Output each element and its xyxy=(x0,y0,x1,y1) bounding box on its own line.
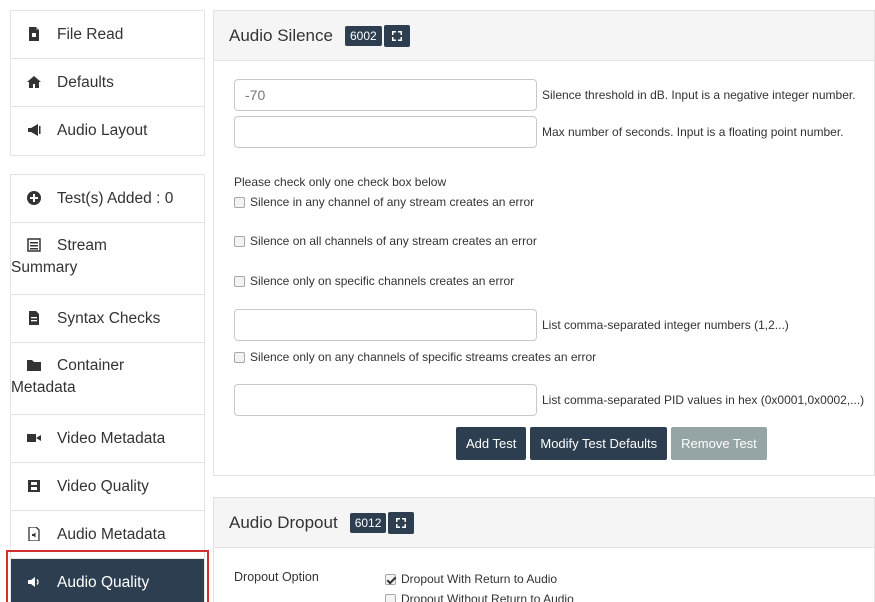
panel-header: Audio Dropout 6012 xyxy=(214,498,874,548)
sidebar-item-label: File Read xyxy=(57,26,124,44)
remove-test-button[interactable]: Remove Test xyxy=(671,427,767,460)
sidebar: File Read Defaults Audio Layout Test(s) … xyxy=(10,10,205,602)
sidebar-group-general: File Read Defaults Audio Layout xyxy=(10,10,205,156)
megaphone-icon xyxy=(27,107,57,155)
panel-title: Audio Dropout xyxy=(229,512,338,532)
sidebar-item-label: Stream xyxy=(57,237,107,255)
panel-header: Audio Silence 6002 xyxy=(214,11,874,61)
sidebar-item-video-quality[interactable]: Video Quality xyxy=(11,463,204,511)
checkbox[interactable] xyxy=(234,275,245,287)
sidebar-group-tests: Test(s) Added : 0 Stream Summary Syntax … xyxy=(10,174,205,602)
option-label: Dropout Without Return to Audio xyxy=(401,592,574,602)
option-label: Dropout With Return to Audio xyxy=(401,572,558,586)
option-any-channel[interactable]: Silence in any channel of any stream cre… xyxy=(234,195,534,209)
option-specific-channels[interactable]: Silence only on specific channels create… xyxy=(234,274,514,288)
sidebar-item-tests-added[interactable]: Test(s) Added : 0 xyxy=(11,175,204,223)
video-camera-icon xyxy=(27,415,57,463)
sidebar-item-label: Test(s) Added : 0 xyxy=(57,190,174,208)
film-icon xyxy=(27,463,57,511)
checkbox[interactable] xyxy=(234,196,245,208)
checkbox[interactable] xyxy=(234,351,245,363)
threshold-input[interactable]: -70 xyxy=(234,79,537,111)
pids-row: List comma-separated PID values in hex (… xyxy=(234,384,864,416)
sidebar-item-defaults[interactable]: Defaults xyxy=(11,59,204,107)
threshold-hint: Silence threshold in dB. Input is a nega… xyxy=(542,88,856,102)
audio-silence-panel: Audio Silence 6002 -70 Silence threshold… xyxy=(213,10,875,476)
channels-input[interactable] xyxy=(234,309,537,341)
checkbox[interactable] xyxy=(234,235,245,247)
sidebar-item-audio-layout[interactable]: Audio Layout xyxy=(11,107,204,155)
sidebar-item-label: Video Metadata xyxy=(57,430,166,448)
option-label: Silence on all channels of any stream cr… xyxy=(250,234,537,248)
sidebar-item-label: Video Quality xyxy=(57,478,149,496)
option-without-return[interactable]: Dropout Without Return to Audio xyxy=(385,592,574,602)
sidebar-item-stream-summary[interactable]: Stream Summary xyxy=(11,223,204,295)
pids-hint: List comma-separated PID values in hex (… xyxy=(542,393,865,407)
dropout-option-label: Dropout Option xyxy=(234,570,319,584)
test-id-badge: 6002 xyxy=(344,25,382,46)
option-specific-streams[interactable]: Silence only on any channels of specific… xyxy=(234,350,596,364)
sidebar-item-label: Defaults xyxy=(57,74,114,92)
file-icon xyxy=(27,11,57,59)
add-test-button[interactable]: Add Test xyxy=(456,427,527,460)
panel-title: Audio Silence xyxy=(229,25,333,45)
option-label: Silence only on specific channels create… xyxy=(250,274,515,288)
checkbox[interactable] xyxy=(385,593,396,602)
sidebar-item-file-read[interactable]: File Read xyxy=(11,11,204,59)
modify-defaults-button[interactable]: Modify Test Defaults xyxy=(530,427,668,460)
option-label: Silence in any channel of any stream cre… xyxy=(250,195,535,209)
sidebar-item-video-metadata[interactable]: Video Metadata xyxy=(11,415,204,463)
plus-circle-icon xyxy=(27,175,57,223)
selection-highlight xyxy=(6,550,209,602)
list-icon xyxy=(27,235,57,257)
action-buttons: Add Test Modify Test Defaults Remove Tes… xyxy=(456,427,767,460)
seconds-hint: Max number of seconds. Input is a floati… xyxy=(542,125,844,139)
sidebar-item-label: Container xyxy=(57,357,125,375)
sidebar-item-label-cont: Summary xyxy=(11,259,78,277)
test-id-badge: 6012 xyxy=(349,512,387,533)
audio-dropout-panel: Audio Dropout 6012 Dropout Option Dropou… xyxy=(213,497,875,602)
sidebar-item-label-cont: Metadata xyxy=(11,379,76,397)
checkbox-note: Please check only one check box below xyxy=(234,175,447,189)
channels-row: List comma-separated integer numbers (1,… xyxy=(234,309,789,341)
expand-icon[interactable] xyxy=(383,24,410,47)
option-all-channels[interactable]: Silence on all channels of any stream cr… xyxy=(234,234,537,248)
folder-icon xyxy=(27,355,57,377)
option-label: Silence only on any channels of specific… xyxy=(250,350,597,364)
channels-hint: List comma-separated integer numbers (1,… xyxy=(542,318,789,332)
expand-icon[interactable] xyxy=(388,511,415,534)
file-text-icon xyxy=(27,295,57,343)
home-icon xyxy=(27,59,57,107)
option-with-return[interactable]: Dropout With Return to Audio xyxy=(385,572,557,586)
sidebar-item-container-metadata[interactable]: Container Metadata xyxy=(11,343,204,415)
pids-input[interactable] xyxy=(234,384,537,416)
threshold-row: -70 Silence threshold in dB. Input is a … xyxy=(234,79,856,111)
checkbox[interactable] xyxy=(385,573,396,585)
seconds-input[interactable] xyxy=(234,116,537,148)
sidebar-item-label: Audio Layout xyxy=(57,122,148,140)
sidebar-item-label: Audio Metadata xyxy=(57,526,166,544)
sidebar-item-label: Syntax Checks xyxy=(57,310,161,328)
seconds-row: Max number of seconds. Input is a floati… xyxy=(234,116,844,148)
sidebar-item-syntax-checks[interactable]: Syntax Checks xyxy=(11,295,204,343)
